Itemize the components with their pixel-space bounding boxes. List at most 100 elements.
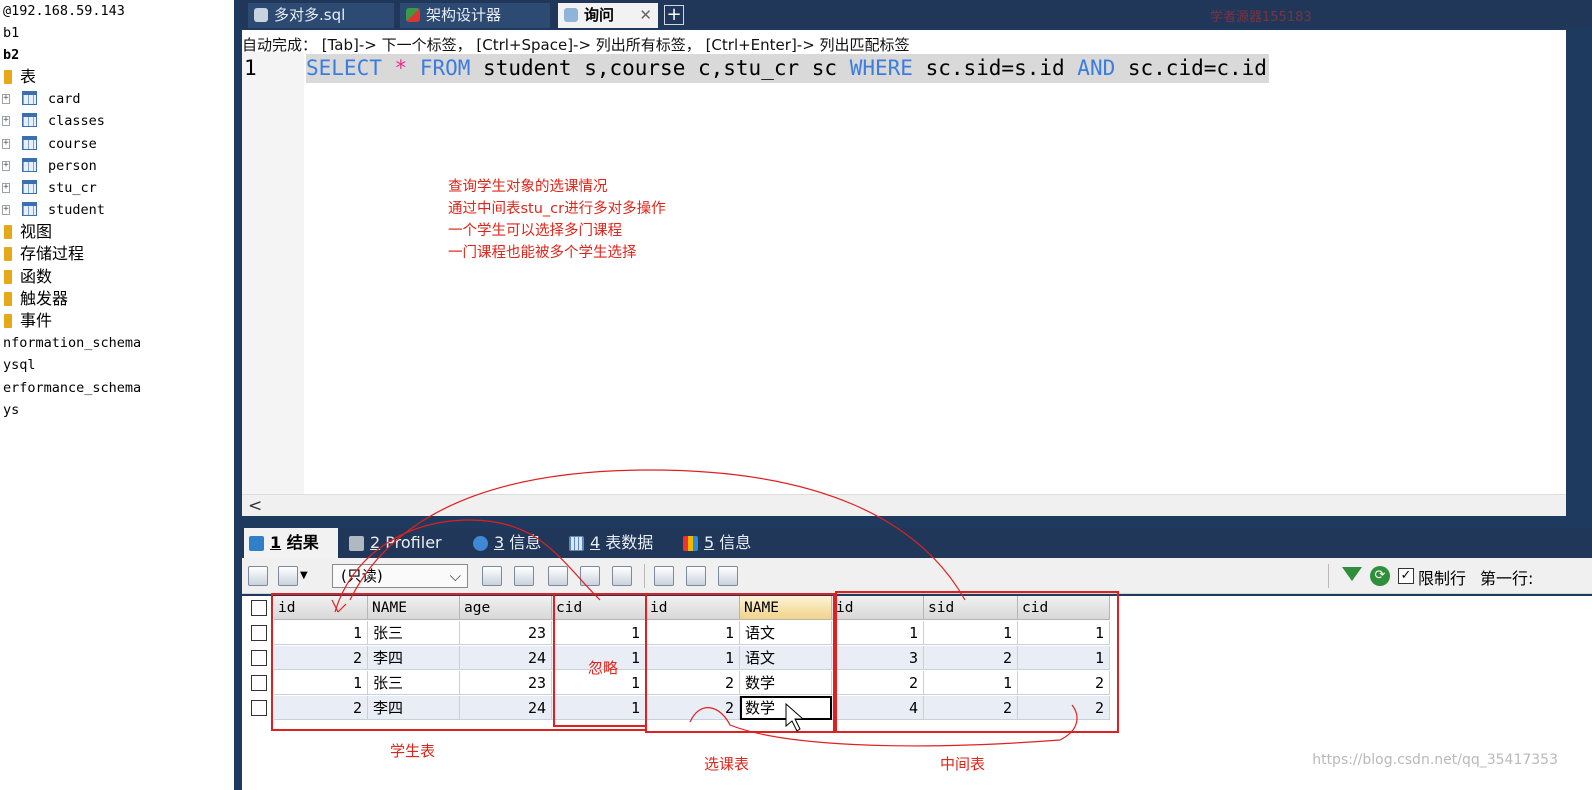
tree-item-folder[interactable]: 表 (0, 66, 234, 88)
grid-cell[interactable]: 2 (646, 696, 740, 720)
tree-item-folder[interactable]: 函数 (0, 266, 234, 288)
grid-cell[interactable]: 1 (646, 621, 740, 645)
tree-item-folder[interactable]: 视图 (0, 221, 234, 243)
text-mode-icon[interactable] (718, 566, 738, 586)
tree-item-db[interactable]: nformation_schema (0, 332, 234, 354)
tree-item-table[interactable]: + stu_cr (0, 177, 234, 199)
grid-cell[interactable]: 3 (832, 646, 924, 670)
tab-result[interactable]: 1 结果 (244, 528, 338, 558)
grid-cell[interactable]: 张三 (368, 671, 460, 695)
add-tab-button[interactable]: + (664, 5, 684, 25)
grid-cell[interactable]: 1 (552, 621, 646, 645)
tab-info[interactable]: 3 信息 (468, 528, 554, 558)
tree-item-table[interactable]: + card (0, 88, 234, 110)
column-header[interactable]: NAME (368, 596, 460, 620)
grid-cell[interactable]: 李四 (368, 696, 460, 720)
grid-cell[interactable]: 2 (924, 646, 1018, 670)
sql-editor[interactable]: 自动完成： [Tab]-> 下一个标签， [Ctrl+Space]-> 列出所有… (242, 30, 1566, 494)
expand-icon[interactable]: + (2, 161, 10, 171)
export-icon[interactable] (278, 566, 298, 586)
tab-schema-designer[interactable]: 架构设计器 (400, 3, 550, 28)
tree-item-server[interactable]: @192.168.59.143 (0, 0, 234, 22)
grid-cell[interactable]: 2 (274, 646, 368, 670)
grid-cell[interactable]: 2 (924, 696, 1018, 720)
grid-cell[interactable]: 4 (832, 696, 924, 720)
close-icon[interactable]: ✕ (639, 3, 652, 27)
tree-item-folder[interactable]: 存储过程 (0, 243, 234, 265)
duplicate-row-icon[interactable] (514, 566, 534, 586)
grid-cell[interactable]: 23 (460, 671, 552, 695)
tab-table-data[interactable]: 4 表数据 (564, 528, 668, 558)
grid-cell[interactable]: 24 (460, 696, 552, 720)
filter-icon[interactable] (1342, 567, 1362, 581)
expand-icon[interactable]: + (2, 116, 10, 126)
tree-item-table[interactable]: + person (0, 155, 234, 177)
column-header[interactable]: age (460, 596, 552, 620)
tree-item-table[interactable]: + student (0, 199, 234, 221)
grid-cell[interactable]: 2 (1018, 696, 1110, 720)
row-checkbox[interactable] (251, 650, 267, 666)
insert-row-icon[interactable] (482, 566, 502, 586)
tree-item-db[interactable]: b1 (0, 22, 234, 44)
column-header[interactable]: sid (924, 596, 1018, 620)
grid-cell[interactable]: 1 (274, 671, 368, 695)
grid-cell[interactable]: 1 (1018, 621, 1110, 645)
grid-cell[interactable]: 2 (832, 671, 924, 695)
save-icon[interactable] (548, 566, 568, 586)
tree-item-folder[interactable]: 事件 (0, 310, 234, 332)
scroll-left-icon[interactable]: < (248, 496, 262, 516)
column-header[interactable]: id (646, 596, 740, 620)
grid-cell[interactable]: 语文 (740, 621, 832, 645)
column-header[interactable]: id (274, 596, 368, 620)
grid-cell[interactable]: 23 (460, 621, 552, 645)
grid-cell[interactable]: 1 (832, 621, 924, 645)
grid-cell[interactable]: 1 (552, 696, 646, 720)
grid-cell[interactable]: 1 (924, 621, 1018, 645)
grid-view-icon[interactable] (248, 566, 268, 586)
horizontal-scrollbar[interactable]: < (242, 494, 1566, 516)
grid-cell[interactable]: 张三 (368, 621, 460, 645)
form-mode-icon[interactable] (686, 566, 706, 586)
grid-cell[interactable]: 1 (1018, 646, 1110, 670)
tree-item-db[interactable]: ys (0, 399, 234, 421)
grid-cell[interactable]: 1 (924, 671, 1018, 695)
expand-icon[interactable]: + (2, 183, 10, 193)
grid-cell[interactable]: 1 (274, 621, 368, 645)
delete-icon[interactable] (580, 566, 600, 586)
grid-cell[interactable]: 24 (460, 646, 552, 670)
tree-item-db[interactable]: ysql (0, 354, 234, 376)
row-checkbox[interactable] (251, 700, 267, 716)
expand-icon[interactable]: + (2, 94, 10, 104)
grid-cell[interactable]: 数学 (740, 696, 832, 720)
grid-cell[interactable]: 2 (646, 671, 740, 695)
expand-icon[interactable]: + (2, 139, 10, 149)
tree-item-table[interactable]: + classes (0, 110, 234, 132)
tab-info-2[interactable]: 5 信息 (678, 528, 764, 558)
column-header[interactable]: cid (1018, 596, 1110, 620)
select-all-checkbox[interactable] (251, 600, 267, 616)
grid-cell[interactable]: 1 (646, 646, 740, 670)
sql-code-line[interactable]: SELECT * FROM student s,course c,stu_cr … (306, 54, 1269, 83)
column-header[interactable]: cid (552, 596, 646, 620)
tree-item-folder[interactable]: 触发器 (0, 288, 234, 310)
refresh-icon[interactable]: ⟳ (1370, 566, 1390, 586)
grid-cell[interactable]: 李四 (368, 646, 460, 670)
grid-cell[interactable]: 语文 (740, 646, 832, 670)
limit-rows-checkbox[interactable]: ✓ (1398, 568, 1414, 584)
grid-cell[interactable]: 2 (1018, 671, 1110, 695)
tab-query[interactable]: 询问 ✕ (558, 3, 658, 28)
row-checkbox[interactable] (251, 675, 267, 691)
tab-many-to-many-sql[interactable]: 多对多.sql (248, 3, 394, 28)
cancel-changes-icon[interactable] (612, 566, 632, 586)
column-header[interactable]: NAME (740, 596, 832, 620)
expand-icon[interactable]: + (2, 205, 10, 215)
result-mode-select[interactable]: (只读) ⌵ (332, 564, 468, 588)
tree-item-db-bold[interactable]: b2 (0, 44, 234, 66)
tab-profiler[interactable]: 2 Profiler (344, 528, 454, 558)
grid-cell[interactable]: 2 (274, 696, 368, 720)
tree-item-db[interactable]: erformance_schema (0, 377, 234, 399)
chevron-down-icon[interactable]: ▼ (300, 566, 312, 586)
grid-cell[interactable]: 数学 (740, 671, 832, 695)
grid-mode-icon[interactable] (654, 566, 674, 586)
tree-item-table[interactable]: + course (0, 133, 234, 155)
